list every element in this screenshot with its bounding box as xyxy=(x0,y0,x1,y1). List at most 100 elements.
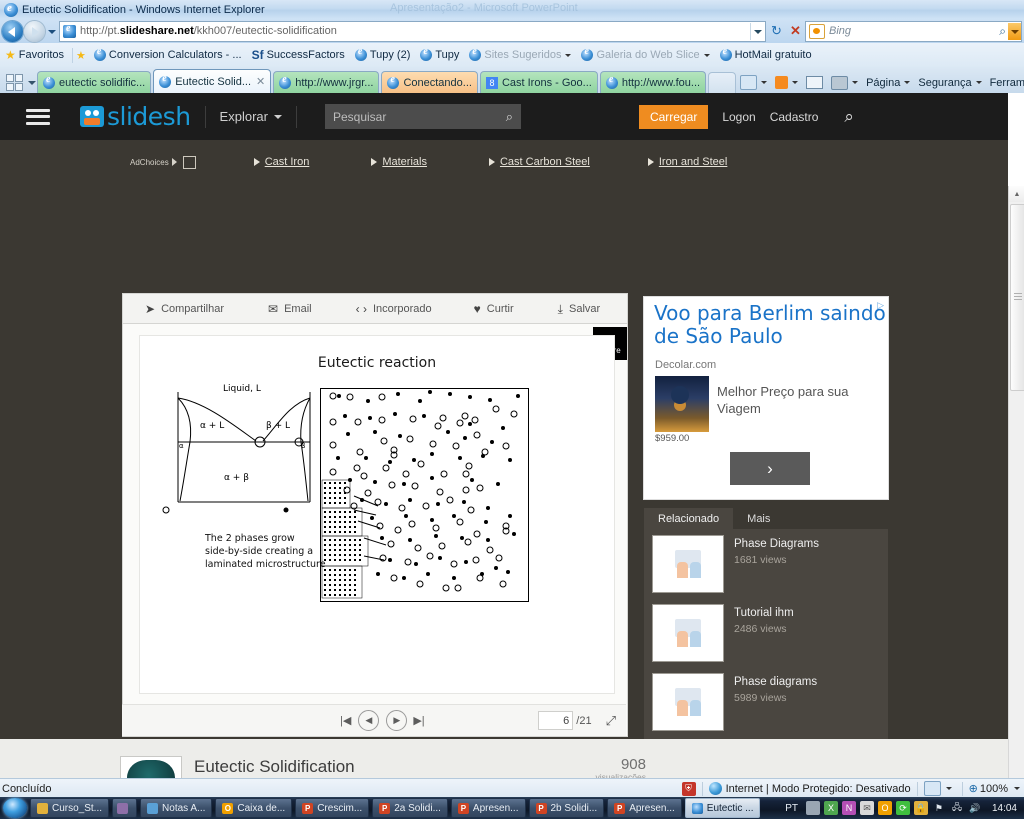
outlook-tray-icon[interactable]: O xyxy=(877,801,892,815)
tab-2[interactable]: http://www.jrgr... xyxy=(273,71,380,93)
sync-icon[interactable]: ⟳ xyxy=(895,801,910,815)
ad-headline[interactable]: Voo para Berlim saindo de São Paulo xyxy=(654,302,888,348)
keyboard-icon[interactable] xyxy=(805,801,820,815)
page-number-input[interactable]: 6 xyxy=(538,711,574,730)
fullscreen-icon[interactable]: ⤢ xyxy=(606,713,616,729)
chevron-down-icon[interactable] xyxy=(975,81,982,84)
quick-tabs-icon[interactable] xyxy=(4,73,24,91)
taskbar-item-5[interactable]: P 2a Solidi... xyxy=(372,798,448,818)
print-button[interactable] xyxy=(827,75,862,90)
address-input[interactable]: http://pt.slideshare.net/kkh007/eutectic… xyxy=(59,20,766,42)
tab-0[interactable]: eutectic solidific... xyxy=(37,71,152,93)
favorite-item-1[interactable]: Sf SuccessFactors xyxy=(247,48,350,62)
upload-button[interactable]: Carregar xyxy=(638,104,709,129)
zoom-level[interactable]: ⊕ 100% xyxy=(969,782,1020,795)
related-title[interactable]: Phase diagrams xyxy=(734,676,817,688)
taskbar-item-7[interactable]: P 2b Solidi... xyxy=(528,798,605,818)
taskbar-item-3[interactable]: O Caixa de... xyxy=(215,798,293,818)
taskbar-item-9-active[interactable]: Eutectic ... xyxy=(684,798,761,818)
advertisement[interactable]: ▷ Voo para Berlim saindo de São Paulo De… xyxy=(643,296,889,500)
next-slide-button[interactable]: ▶ xyxy=(386,710,408,731)
chevron-down-icon[interactable] xyxy=(703,53,710,57)
address-dropdown-icon[interactable] xyxy=(750,22,765,40)
chevron-down-icon[interactable] xyxy=(761,81,768,84)
email-button[interactable]: ✉ Email xyxy=(268,302,312,316)
feeds-button[interactable] xyxy=(771,76,802,89)
favorite-item-4[interactable]: Sites Sugeridos xyxy=(464,46,576,61)
previous-slide-button[interactable]: ◀ xyxy=(358,710,380,731)
search-icon[interactable]: ⌕ xyxy=(506,109,513,125)
site-search-input[interactable]: Pesquisar ⌕ xyxy=(324,104,521,129)
zoom-control[interactable] xyxy=(923,781,952,796)
taskbar-item-4[interactable]: P Crescim... xyxy=(295,798,370,818)
scroll-up-icon[interactable]: ▲ xyxy=(1009,186,1024,202)
chevron-down-icon[interactable] xyxy=(945,787,952,790)
tab-4[interactable]: 8 Cast Irons - Goo... xyxy=(479,71,598,93)
network-icon[interactable]: 🖧 xyxy=(950,801,964,815)
new-tab-button[interactable] xyxy=(708,72,737,93)
tab-3[interactable]: Conectando... xyxy=(381,71,478,93)
taskbar-item-1[interactable] xyxy=(112,798,138,818)
first-slide-icon[interactable]: |◀ xyxy=(340,714,351,727)
ad-link-1[interactable]: Materials xyxy=(371,156,427,168)
tab-list-dropdown-icon[interactable] xyxy=(26,74,37,90)
ad-link-0[interactable]: Cast Iron xyxy=(253,156,309,168)
page-scrollbar[interactable]: ▲ ▼ xyxy=(1008,186,1024,778)
volume-icon[interactable]: 🔊 xyxy=(968,801,982,815)
tab-mais[interactable]: Mais xyxy=(733,508,784,529)
back-button[interactable] xyxy=(2,20,23,42)
onenote-tray-icon[interactable]: N xyxy=(841,801,856,815)
forward-button[interactable] xyxy=(24,20,45,42)
lock-icon[interactable]: 🔒 xyxy=(913,801,928,815)
taskbar-item-0[interactable]: Curso_St... xyxy=(30,798,110,818)
share-button[interactable]: ➤ Compartilhar xyxy=(145,302,224,316)
related-title[interactable]: Tutorial ihm xyxy=(734,607,794,619)
tab-5[interactable]: http://www.fou... xyxy=(599,71,707,93)
stop-icon[interactable]: ✕ xyxy=(786,22,805,41)
save-button[interactable]: ⤓ Salvar xyxy=(558,302,601,317)
tools-menu[interactable]: Ferramentas xyxy=(986,77,1024,89)
embed-button[interactable]: ‹ › Incorporado xyxy=(356,302,432,316)
chevron-down-icon[interactable] xyxy=(565,53,572,57)
list-item[interactable]: Phase Diagrams 1681 views xyxy=(644,529,888,598)
signup-link[interactable]: Cadastro xyxy=(770,110,819,124)
header-search-icon[interactable]: ⌕ xyxy=(844,107,854,127)
language-indicator[interactable]: PT xyxy=(785,803,798,814)
tab-relacionado[interactable]: Relacionado xyxy=(644,508,734,529)
chevron-down-icon[interactable] xyxy=(1014,787,1020,790)
ad-cta-button[interactable]: › xyxy=(730,452,810,485)
flag-icon[interactable]: ⚑ xyxy=(932,801,946,815)
clock[interactable]: 14:04 xyxy=(992,803,1017,814)
mail-tray-icon[interactable]: ✉ xyxy=(859,801,874,815)
avatar[interactable] xyxy=(120,756,182,778)
hamburger-icon[interactable] xyxy=(26,108,50,125)
favorite-item-5[interactable]: Galeria do Web Slice xyxy=(576,46,714,61)
chevron-down-icon[interactable] xyxy=(792,81,799,84)
start-button[interactable] xyxy=(3,798,27,818)
favorite-item-0[interactable]: Conversion Calculators - ... xyxy=(89,46,247,61)
slide-viewer[interactable]: ⬈ Share Eutectic reaction xyxy=(122,323,628,737)
chevron-down-icon[interactable] xyxy=(852,81,859,84)
last-slide-icon[interactable]: ▶| xyxy=(413,714,424,727)
history-dropdown-icon[interactable] xyxy=(45,21,58,41)
excel-tray-icon[interactable]: X xyxy=(823,801,838,815)
mail-button[interactable] xyxy=(802,76,827,89)
list-item[interactable]: Phase diagrams 5989 views xyxy=(644,667,888,736)
favorite-item-6[interactable]: HotMail gratuito xyxy=(715,46,817,61)
login-link[interactable]: Logon xyxy=(722,110,755,124)
search-icon[interactable]: ⌕ xyxy=(999,24,1006,39)
tab-1-active[interactable]: Eutectic Solid... ✕ xyxy=(153,69,272,93)
taskbar-item-8[interactable]: P Apresen... xyxy=(607,798,682,818)
page-menu[interactable]: Página xyxy=(862,77,914,89)
taskbar-item-6[interactable]: P Apresen... xyxy=(450,798,526,818)
chevron-down-icon[interactable] xyxy=(904,81,911,84)
ad-link-2[interactable]: Cast Carbon Steel xyxy=(488,156,590,168)
browser-search-input[interactable]: Bing ⌕ xyxy=(805,20,1022,42)
search-provider-dropdown-icon[interactable] xyxy=(1008,22,1021,40)
refresh-icon[interactable]: ↻ xyxy=(767,22,786,41)
slideshare-logo[interactable]: slidesh xyxy=(80,102,191,131)
close-icon[interactable]: ✕ xyxy=(256,75,265,88)
like-button[interactable]: ♥ Curtir xyxy=(474,302,514,316)
explore-menu[interactable]: Explorar xyxy=(220,109,282,124)
favorites-button[interactable]: ★ Favoritos xyxy=(0,48,69,62)
